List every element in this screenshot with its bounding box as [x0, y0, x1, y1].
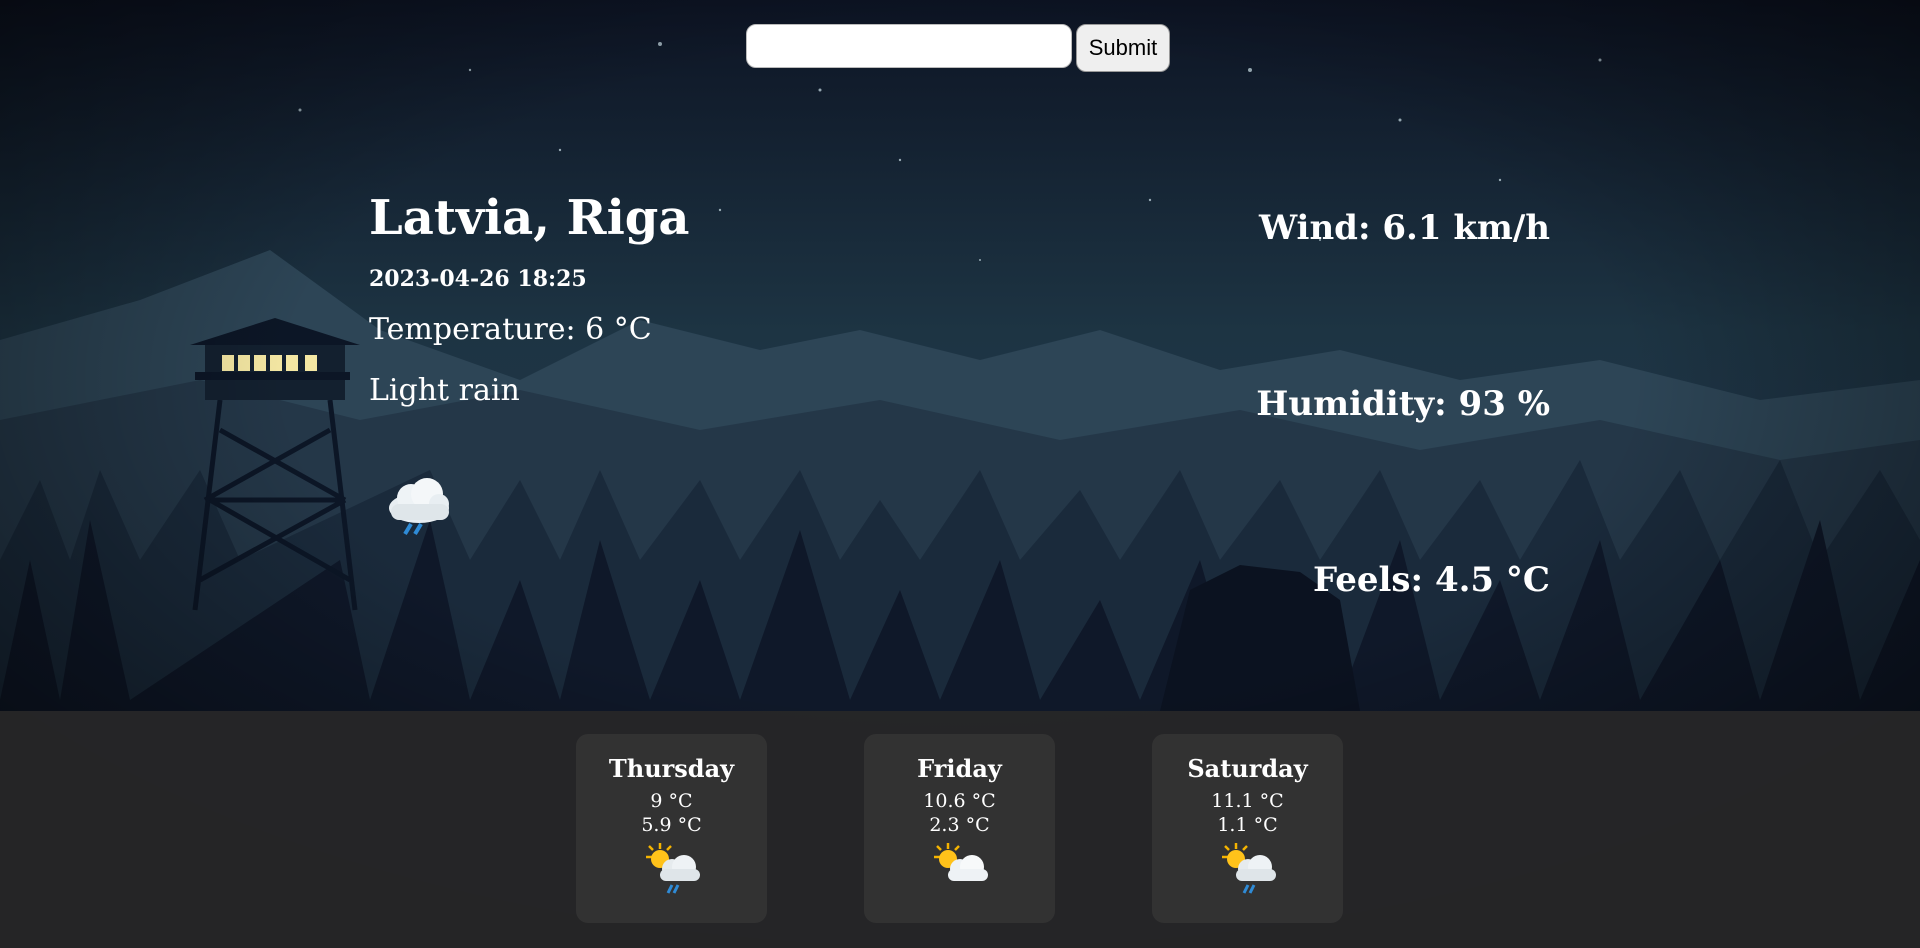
sun-cloud-rain-icon [642, 843, 702, 901]
wind-label: Wind: 6.1 km/h [1258, 208, 1550, 248]
current-weather-panel: Latvia, Riga 2023-04-26 18:25 Temperatur… [369, 186, 689, 408]
forecast-day: Friday [917, 754, 1002, 783]
feels-like-label: Feels: 4.5 °C [1312, 560, 1550, 600]
search-bar: Submit [746, 24, 1170, 72]
forecast-high: 11.1 °C [1211, 790, 1284, 812]
forecast-low: 1.1 °C [1217, 814, 1278, 836]
city-search-input[interactable] [746, 24, 1072, 68]
sun-cloud-rain-icon [1218, 843, 1278, 901]
forecast-low: 5.9 °C [641, 814, 702, 836]
cloud-rain-icon [381, 472, 457, 548]
forecast-card: Thursday 9 °C 5.9 °C [576, 734, 767, 923]
location-title: Latvia, Riga [369, 190, 690, 246]
forecast-high: 9 °C [650, 790, 693, 812]
forecast-card: Friday 10.6 °C 2.3 °C [864, 734, 1055, 923]
forecast-card: Saturday 11.1 °C 1.1 °C [1152, 734, 1343, 923]
sun-cloud-icon [930, 843, 990, 901]
forecast-day: Saturday [1187, 754, 1308, 783]
weather-description: Light rain [369, 373, 520, 408]
submit-button[interactable]: Submit [1076, 24, 1170, 72]
forecast-high: 10.6 °C [923, 790, 996, 812]
forecast-low: 2.3 °C [929, 814, 990, 836]
humidity-label: Humidity: 93 % [1256, 384, 1550, 424]
temperature-label: Temperature: 6 °C [369, 312, 652, 347]
forecast-day: Thursday [608, 754, 735, 783]
datetime-label: 2023-04-26 18:25 [369, 266, 587, 292]
